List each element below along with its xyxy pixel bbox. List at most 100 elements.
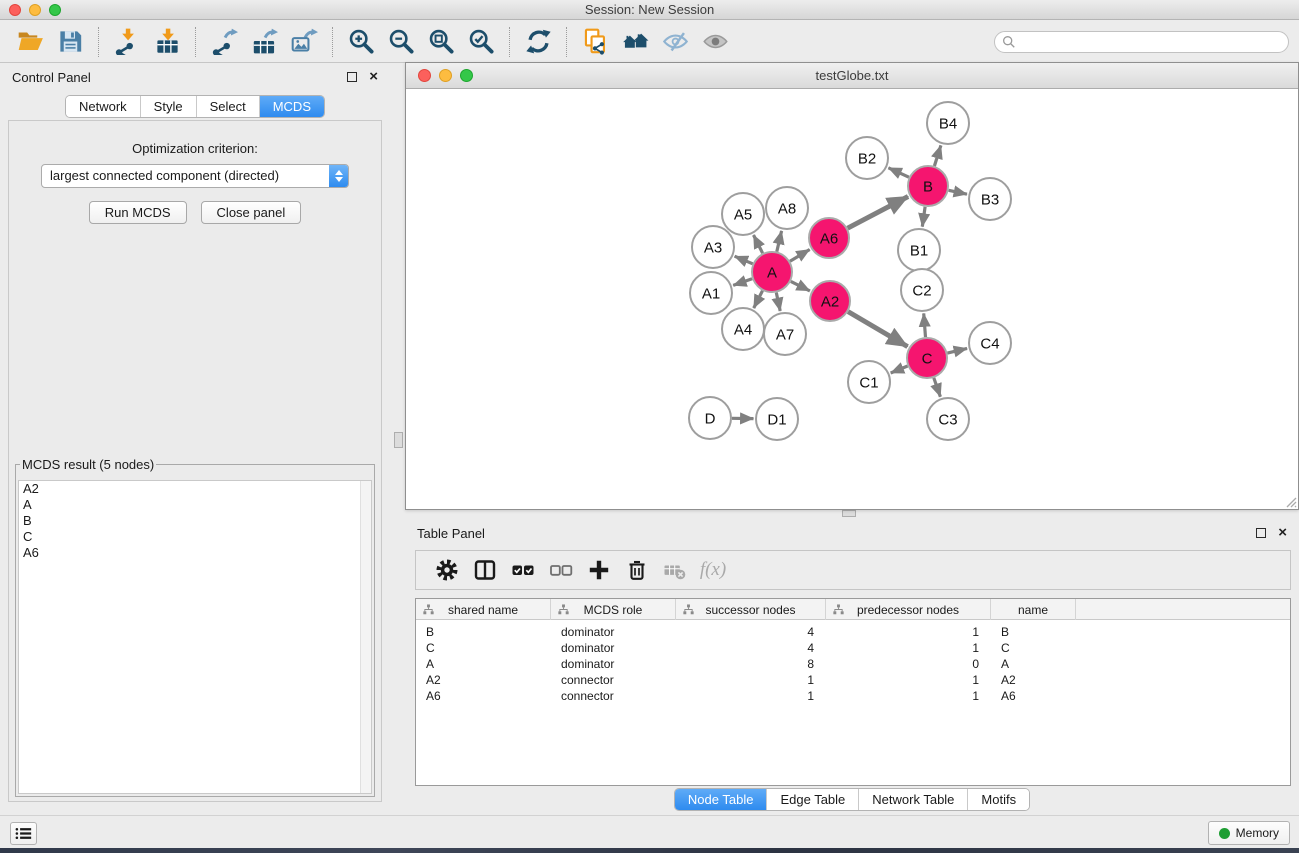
column-header-shared-name[interactable]: shared name <box>416 599 551 620</box>
graph-node-A4[interactable]: A4 <box>722 308 764 350</box>
mcds-result-item[interactable]: A6 <box>19 545 371 561</box>
run-mcds-button[interactable]: Run MCDS <box>89 201 187 224</box>
export-table-button[interactable] <box>249 26 279 58</box>
graph-node-B4[interactable]: B4 <box>927 102 969 144</box>
cell-MCDS-role: dominator <box>551 641 676 655</box>
table-tab-node-table[interactable]: Node Table <box>675 789 768 810</box>
column-header-successor-nodes[interactable]: successor nodes <box>676 599 826 620</box>
tab-network[interactable]: Network <box>66 96 141 117</box>
close-panel-icon[interactable] <box>369 72 378 82</box>
function-builder-icon: f(x) <box>700 559 726 581</box>
resize-grip-icon[interactable] <box>1285 496 1297 508</box>
table-row-C[interactable]: Cdominator41C <box>416 640 1290 656</box>
graph-node-A8[interactable]: A8 <box>766 187 808 229</box>
graph-node-A6[interactable]: A6 <box>809 218 849 258</box>
zoom-selected-button[interactable] <box>466 26 496 58</box>
table-row-A2[interactable]: A2connector11A2 <box>416 672 1290 688</box>
import-network-button[interactable] <box>112 26 142 58</box>
import-table-icon <box>154 28 181 55</box>
split-view-button[interactable] <box>468 554 502 586</box>
float-table-panel-icon[interactable] <box>1256 528 1266 538</box>
network-window-titlebar[interactable]: testGlobe.txt <box>406 63 1298 89</box>
column-header-predecessor-nodes[interactable]: predecessor nodes <box>826 599 991 620</box>
graph-node-A2[interactable]: A2 <box>810 281 850 321</box>
graph-node-B2[interactable]: B2 <box>846 137 888 179</box>
node-table: shared name MCDS role successor nodesprede… <box>415 598 1291 786</box>
tab-style[interactable]: Style <box>141 96 197 117</box>
graph-node-B1[interactable]: B1 <box>898 229 940 271</box>
table-tab-edge-table[interactable]: Edge Table <box>767 789 859 810</box>
graph-node-C[interactable]: C <box>907 338 947 378</box>
delete-columns-button[interactable] <box>620 554 654 586</box>
dropdown-stepper-icon <box>329 165 348 187</box>
network-canvas[interactable]: B4 B2 B B3 A8A5 A6 A3 B1 A C2 A1 A2 A4A7 C4 C C1 D D1 C3 <box>406 89 1298 509</box>
save-session-button[interactable] <box>55 26 85 58</box>
graph-node-D[interactable]: D <box>689 397 731 439</box>
show-hidden-button[interactable] <box>700 26 730 58</box>
refresh-network-button[interactable] <box>523 26 553 58</box>
zoom-fit-button[interactable] <box>426 26 456 58</box>
mcds-result-item[interactable]: A <box>19 497 371 513</box>
tab-select[interactable]: Select <box>197 96 260 117</box>
horizontal-splitter-handle[interactable] <box>842 510 856 517</box>
table-row-B[interactable]: Bdominator41B <box>416 624 1290 640</box>
deselect-all-checks-button[interactable] <box>544 554 578 586</box>
close-table-panel-icon[interactable] <box>1278 528 1287 538</box>
column-header-name[interactable]: name <box>991 599 1076 620</box>
graph-node-A7[interactable]: A7 <box>764 313 806 355</box>
graph-node-C4[interactable]: C4 <box>969 322 1011 364</box>
hide-selection-button[interactable] <box>660 26 690 58</box>
add-column-button[interactable] <box>582 554 616 586</box>
table-panel-tabs: Node TableEdge TableNetwork TableMotifs <box>405 788 1299 811</box>
table-header-row: shared name MCDS role successor nodesprede… <box>416 599 1290 620</box>
edge-C-C1 <box>891 366 908 373</box>
cell-successor-nodes: 4 <box>676 625 826 639</box>
float-panel-icon[interactable] <box>347 72 357 82</box>
graph-node-A[interactable]: A <box>752 252 792 292</box>
mcds-result-item[interactable]: A2 <box>19 481 371 497</box>
zoom-out-icon <box>388 28 415 55</box>
graph-node-C1[interactable]: C1 <box>848 361 890 403</box>
list-menu-icon <box>15 826 32 841</box>
import-table-button[interactable] <box>152 26 182 58</box>
graph-node-A5[interactable]: A5 <box>722 193 764 235</box>
graph-node-B3[interactable]: B3 <box>969 178 1011 220</box>
graph-node-D1[interactable]: D1 <box>756 398 798 440</box>
cell-predecessor-nodes: 1 <box>826 641 991 655</box>
home-view-button[interactable] <box>620 26 650 58</box>
refresh-network-icon <box>525 28 552 55</box>
open-session-button[interactable] <box>15 26 45 58</box>
tab-mcds[interactable]: MCDS <box>260 96 324 117</box>
mcds-result-item[interactable]: B <box>19 513 371 529</box>
column-header-label: MCDS role <box>584 603 643 617</box>
table-tab-motifs[interactable]: Motifs <box>968 789 1029 810</box>
export-network-button[interactable] <box>209 26 239 58</box>
panels-menu-button[interactable] <box>10 822 37 845</box>
zoom-in-button[interactable] <box>346 26 376 58</box>
mcds-list-scrollbar[interactable] <box>360 481 371 793</box>
graph-node-C2[interactable]: C2 <box>901 269 943 311</box>
memory-button[interactable]: Memory <box>1208 821 1290 845</box>
vertical-splitter-handle[interactable] <box>394 432 403 448</box>
zoom-out-button[interactable] <box>386 26 416 58</box>
export-image-icon <box>291 28 318 55</box>
graph-node-A3[interactable]: A3 <box>692 226 734 268</box>
table-row-A6[interactable]: A6connector11A6 <box>416 688 1290 704</box>
graph-node-B[interactable]: B <box>908 166 948 206</box>
table-row-A[interactable]: Adominator80A <box>416 656 1290 672</box>
export-image-button[interactable] <box>289 26 319 58</box>
criterion-dropdown[interactable]: largest connected component (directed) <box>41 164 349 188</box>
mcds-result-item[interactable]: C <box>19 529 371 545</box>
edge-A-A5 <box>754 235 763 253</box>
svg-text:A6: A6 <box>820 230 838 247</box>
search-input[interactable] <box>1016 35 1281 49</box>
table-tab-network-table[interactable]: Network Table <box>859 789 968 810</box>
clone-network-button[interactable] <box>580 26 610 58</box>
table-settings-button[interactable] <box>430 554 464 586</box>
close-panel-button[interactable]: Close panel <box>201 201 302 224</box>
column-header-MCDS-role[interactable]: MCDS role <box>551 599 676 620</box>
graph-node-C3[interactable]: C3 <box>927 398 969 440</box>
select-all-checks-button[interactable] <box>506 554 540 586</box>
svg-text:C3: C3 <box>938 411 957 428</box>
graph-node-A1[interactable]: A1 <box>690 272 732 314</box>
